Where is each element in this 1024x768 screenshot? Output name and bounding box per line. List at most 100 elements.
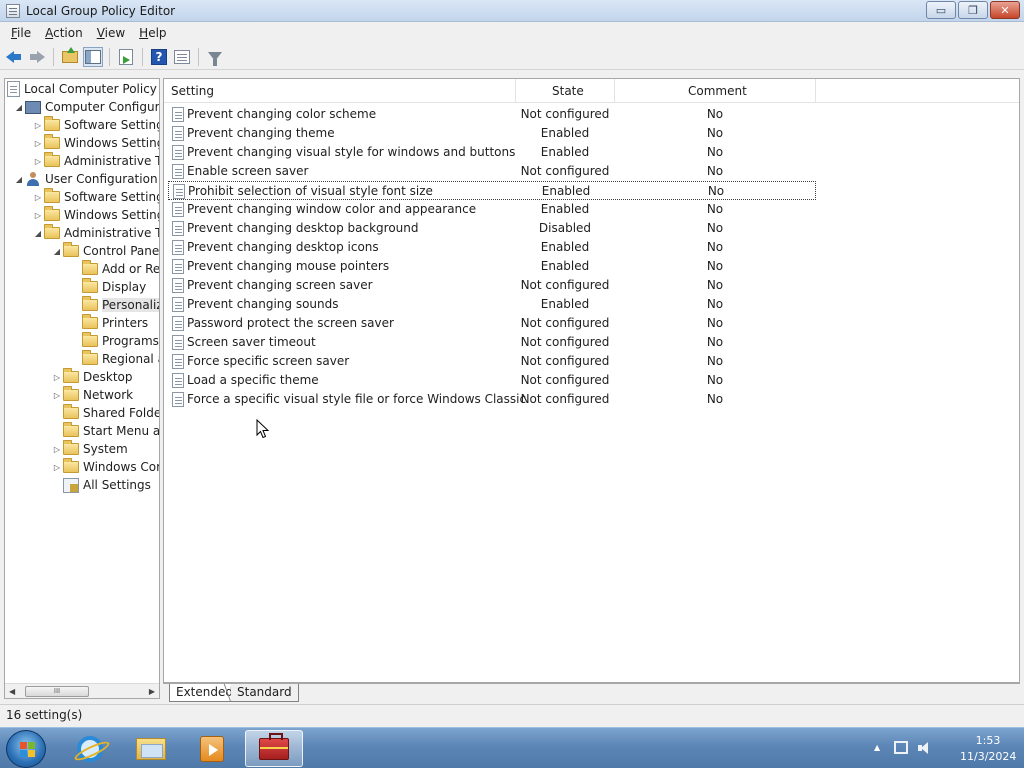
- table-row[interactable]: Prevent changing color scheme Not config…: [168, 105, 816, 124]
- tree-item-programs[interactable]: Programs: [82, 332, 159, 350]
- tab-standard[interactable]: Standard: [231, 684, 299, 702]
- tree-item-cc-windows-settings[interactable]: ▷ Windows Setting: [32, 134, 159, 152]
- minimize-button[interactable]: ▭: [926, 1, 956, 19]
- table-row[interactable]: Screen saver timeout Not configured No: [168, 333, 816, 352]
- menu-view[interactable]: View: [90, 26, 132, 40]
- tree-item-desktop[interactable]: ▷ Desktop: [51, 368, 133, 386]
- collapsed-arrow-icon[interactable]: ▷: [32, 157, 44, 166]
- tree-item-add-remove-programs[interactable]: Add or Re: [82, 260, 159, 278]
- table-row[interactable]: Password protect the screen saver Not co…: [168, 314, 816, 333]
- tree-item-user-configuration[interactable]: ◢ User Configuration: [13, 170, 158, 188]
- scroll-thumb[interactable]: III: [25, 686, 89, 697]
- collapsed-arrow-icon[interactable]: ▷: [32, 139, 44, 148]
- table-row[interactable]: Prevent changing desktop background Disa…: [168, 219, 816, 238]
- volume-icon[interactable]: [918, 741, 932, 755]
- tree-item-network[interactable]: ▷ Network: [51, 386, 133, 404]
- tree-item-local-computer-policy[interactable]: Local Computer Policy: [7, 80, 157, 98]
- table-row[interactable]: Prevent changing screen saver Not config…: [168, 276, 816, 295]
- clock[interactable]: 1:53 11/3/2024: [960, 733, 1016, 765]
- scroll-left-icon[interactable]: ◀: [9, 687, 15, 696]
- table-row[interactable]: Prevent changing desktop icons Enabled N…: [168, 238, 816, 257]
- menu-file[interactable]: File: [4, 26, 38, 40]
- setting-name: Force specific screen saver: [187, 354, 350, 368]
- system-tray: ▲ 1:53 11/3/2024: [852, 728, 1024, 768]
- tree-item-cc-software-settings[interactable]: ▷ Software Settings: [32, 116, 159, 134]
- maximize-button[interactable]: ❐: [958, 1, 988, 19]
- policy-setting-icon: [173, 184, 185, 199]
- computer-icon: [25, 100, 41, 114]
- collapsed-arrow-icon[interactable]: ▷: [32, 121, 44, 130]
- expanded-arrow-icon[interactable]: ◢: [13, 103, 25, 112]
- table-row[interactable]: Force specific screen saver Not configur…: [168, 352, 816, 371]
- taskbar-internet-explorer[interactable]: [61, 730, 119, 767]
- table-row[interactable]: Prevent changing window color and appear…: [168, 200, 816, 219]
- policy-setting-icon: [172, 202, 184, 217]
- all-settings-icon: [63, 477, 79, 493]
- column-header-comment[interactable]: Comment: [688, 84, 747, 98]
- up-one-level-button[interactable]: [60, 46, 80, 67]
- tree-item-personalization[interactable]: Personaliz: [82, 296, 159, 314]
- export-list-icon: [119, 48, 133, 65]
- tree-item-uc-windows-settings[interactable]: ▷ Windows Setting: [32, 206, 159, 224]
- show-hide-console-tree-button[interactable]: [83, 46, 103, 67]
- expanded-arrow-icon[interactable]: ◢: [32, 229, 44, 238]
- collapsed-arrow-icon[interactable]: ▷: [51, 463, 63, 472]
- table-row[interactable]: Force a specific visual style file or fo…: [168, 390, 816, 409]
- table-row[interactable]: Prevent changing mouse pointers Enabled …: [168, 257, 816, 276]
- tree-item-all-settings[interactable]: All Settings: [63, 476, 151, 494]
- tree-item-system[interactable]: ▷ System: [51, 440, 128, 458]
- menu-action[interactable]: Action: [38, 26, 90, 40]
- folder-icon: [82, 332, 98, 347]
- column-divider[interactable]: [515, 79, 516, 103]
- tree-item-windows-components[interactable]: ▷ Windows Cor: [51, 458, 159, 476]
- taskbar-group-policy-editor[interactable]: [245, 730, 303, 767]
- table-row-focused[interactable]: Prohibit selection of visual style font …: [168, 181, 816, 200]
- collapsed-arrow-icon[interactable]: ▷: [32, 193, 44, 202]
- tree-item-uc-administrative-templates[interactable]: ◢ Administrative Te: [32, 224, 159, 242]
- back-arrow-icon: [6, 50, 22, 63]
- collapsed-arrow-icon[interactable]: ▷: [51, 391, 63, 400]
- tree-item-shared-folders[interactable]: Shared Folder: [63, 404, 159, 422]
- taskbar-windows-explorer[interactable]: [122, 730, 180, 767]
- scroll-right-icon[interactable]: ▶: [149, 687, 155, 696]
- column-header-state[interactable]: State: [552, 84, 584, 98]
- taskbar-media-player[interactable]: [183, 730, 241, 767]
- back-button[interactable]: [4, 47, 24, 67]
- column-header: Setting State Comment: [164, 79, 1019, 103]
- expanded-arrow-icon[interactable]: ◢: [13, 175, 25, 184]
- tree-item-printers[interactable]: Printers: [82, 314, 148, 332]
- filter-button[interactable]: [205, 47, 225, 67]
- tree-item-uc-software-settings[interactable]: ▷ Software Settings: [32, 188, 159, 206]
- table-row[interactable]: Load a specific theme Not configured No: [168, 371, 816, 390]
- tree-horizontal-scrollbar[interactable]: ◀ III ▶: [5, 683, 159, 698]
- start-button[interactable]: [6, 730, 46, 768]
- expanded-arrow-icon[interactable]: ◢: [51, 247, 63, 256]
- user-icon: [25, 172, 41, 186]
- properties-button[interactable]: [172, 47, 192, 67]
- tree-item-control-panel[interactable]: ◢ Control Panel: [51, 242, 159, 260]
- table-row[interactable]: Prevent changing sounds Enabled No: [168, 295, 816, 314]
- column-divider[interactable]: [815, 79, 816, 103]
- collapsed-arrow-icon[interactable]: ▷: [51, 445, 63, 454]
- help-button[interactable]: ?: [149, 47, 169, 67]
- tree-item-computer-configuration[interactable]: ◢ Computer Configura: [13, 98, 159, 116]
- tree-item-regional[interactable]: Regional a: [82, 350, 159, 368]
- forward-button[interactable]: [27, 47, 47, 67]
- table-row[interactable]: Prevent changing visual style for window…: [168, 143, 816, 162]
- tree-item-display[interactable]: Display: [82, 278, 146, 296]
- table-row[interactable]: Prevent changing theme Enabled No: [168, 124, 816, 143]
- close-button[interactable]: ✕: [990, 1, 1020, 19]
- table-row[interactable]: Enable screen saver Not configured No: [168, 162, 816, 181]
- setting-name: Prevent changing sounds: [187, 297, 339, 311]
- network-icon[interactable]: [894, 741, 908, 754]
- export-list-button[interactable]: [116, 47, 136, 67]
- settings-count: 16 setting(s): [6, 708, 83, 722]
- menu-help[interactable]: Help: [132, 26, 173, 40]
- tree-item-start-menu[interactable]: Start Menu ar: [63, 422, 159, 440]
- collapsed-arrow-icon[interactable]: ▷: [32, 211, 44, 220]
- show-hidden-icons-icon[interactable]: ▲: [874, 743, 880, 752]
- column-divider[interactable]: [614, 79, 615, 103]
- collapsed-arrow-icon[interactable]: ▷: [51, 373, 63, 382]
- tree-item-cc-administrative-templates[interactable]: ▷ Administrative Te: [32, 152, 159, 170]
- column-header-setting[interactable]: Setting: [171, 84, 214, 98]
